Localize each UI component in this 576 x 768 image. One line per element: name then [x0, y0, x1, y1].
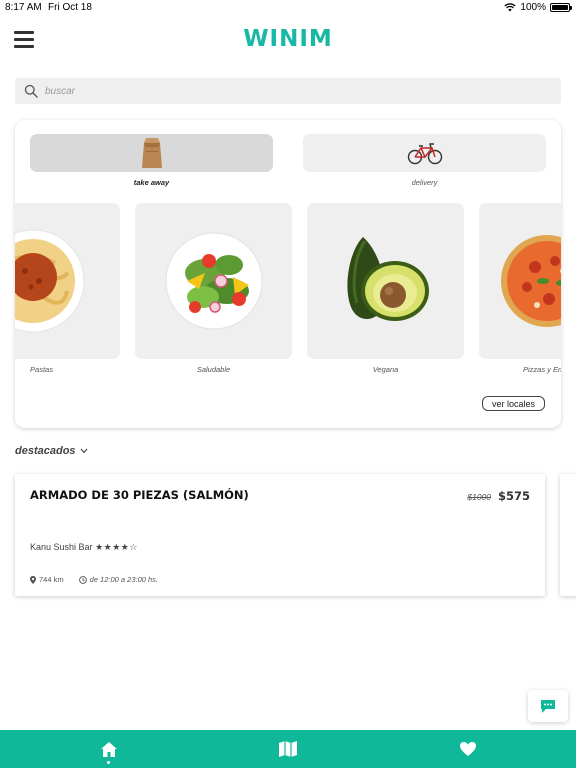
next-deal-card[interactable] — [560, 474, 576, 596]
store-rating: ★★★★☆ — [95, 542, 138, 552]
category-vegana-label: Vegana — [372, 365, 399, 374]
deal-price: $575 — [497, 489, 530, 503]
pizza-icon — [501, 235, 561, 327]
category-pizzas-label: Pizzas y Em — [523, 365, 561, 374]
chat-bubble-icon — [541, 699, 555, 713]
category-pastas[interactable] — [15, 203, 120, 359]
chat-button[interactable] — [528, 690, 568, 722]
location-pin-icon — [30, 575, 36, 584]
featured-deal-card[interactable]: ARMADO DE 30 PIEZAS (SALMÓN) $1000 $575 … — [15, 474, 545, 596]
status-time: 8:17 AM — [5, 2, 42, 13]
take-away-button[interactable] — [30, 134, 273, 172]
take-away-label: take away — [133, 178, 170, 187]
deal-title: ARMADO DE 30 PIEZAS (SALMÓN) — [30, 488, 249, 502]
bottom-nav — [0, 730, 576, 768]
home-icon — [101, 741, 117, 757]
search-input[interactable] — [45, 85, 525, 97]
search-icon — [24, 84, 38, 98]
deal-hours: de 12:00 a 23:00 hs. — [78, 575, 158, 584]
delivery-label: delivery — [411, 178, 438, 187]
destacados-dropdown[interactable]: destacados — [15, 445, 88, 457]
map-icon — [279, 741, 297, 757]
heart-icon — [460, 742, 476, 756]
category-saludable[interactable] — [135, 203, 292, 359]
wifi-icon — [504, 3, 517, 12]
category-saludable-label: Saludable — [196, 365, 231, 374]
paper-bag-icon — [141, 138, 162, 168]
deal-distance: 744 km — [30, 575, 64, 584]
status-right: 100% — [504, 2, 572, 13]
category-pastas-label: Pastas — [30, 365, 53, 374]
salad-bowl-icon — [165, 232, 263, 330]
app-logo: WINIM — [243, 26, 333, 52]
active-indicator — [107, 761, 110, 764]
search-bar[interactable] — [15, 78, 561, 104]
status-bar: 8:17 AM Fri Oct 18 100% — [0, 0, 576, 16]
deal-meta: 744 km de 12:00 a 23:00 hs. — [30, 575, 173, 584]
pasta-plate-icon — [15, 229, 85, 333]
avocado-icon — [347, 237, 429, 321]
hours-text: de 12:00 a 23:00 hs. — [89, 575, 158, 584]
nav-home[interactable] — [79, 730, 139, 768]
deal-store: Kanu Sushi Bar ★★★★☆ — [30, 542, 138, 553]
battery-percent: 100% — [520, 2, 546, 13]
destacados-label: destacados — [15, 445, 76, 457]
battery-icon — [550, 3, 572, 12]
clock-icon — [78, 575, 87, 584]
chevron-down-icon — [80, 448, 87, 454]
nav-favorites[interactable] — [438, 730, 498, 768]
status-date: Fri Oct 18 — [48, 2, 92, 13]
ver-locales-button[interactable]: ver locales — [481, 396, 545, 411]
deal-old-price: $1000 — [467, 492, 491, 502]
distance-text: 744 km — [39, 575, 64, 584]
bicycle-icon — [407, 143, 442, 165]
delivery-button[interactable] — [303, 134, 546, 172]
categories-card: take away delivery Pastas Saludable Vega… — [15, 120, 561, 428]
category-vegana[interactable] — [307, 203, 464, 359]
category-pizzas[interactable] — [479, 203, 561, 359]
nav-map[interactable] — [258, 730, 318, 768]
store-name: Kanu Sushi Bar — [30, 542, 93, 552]
